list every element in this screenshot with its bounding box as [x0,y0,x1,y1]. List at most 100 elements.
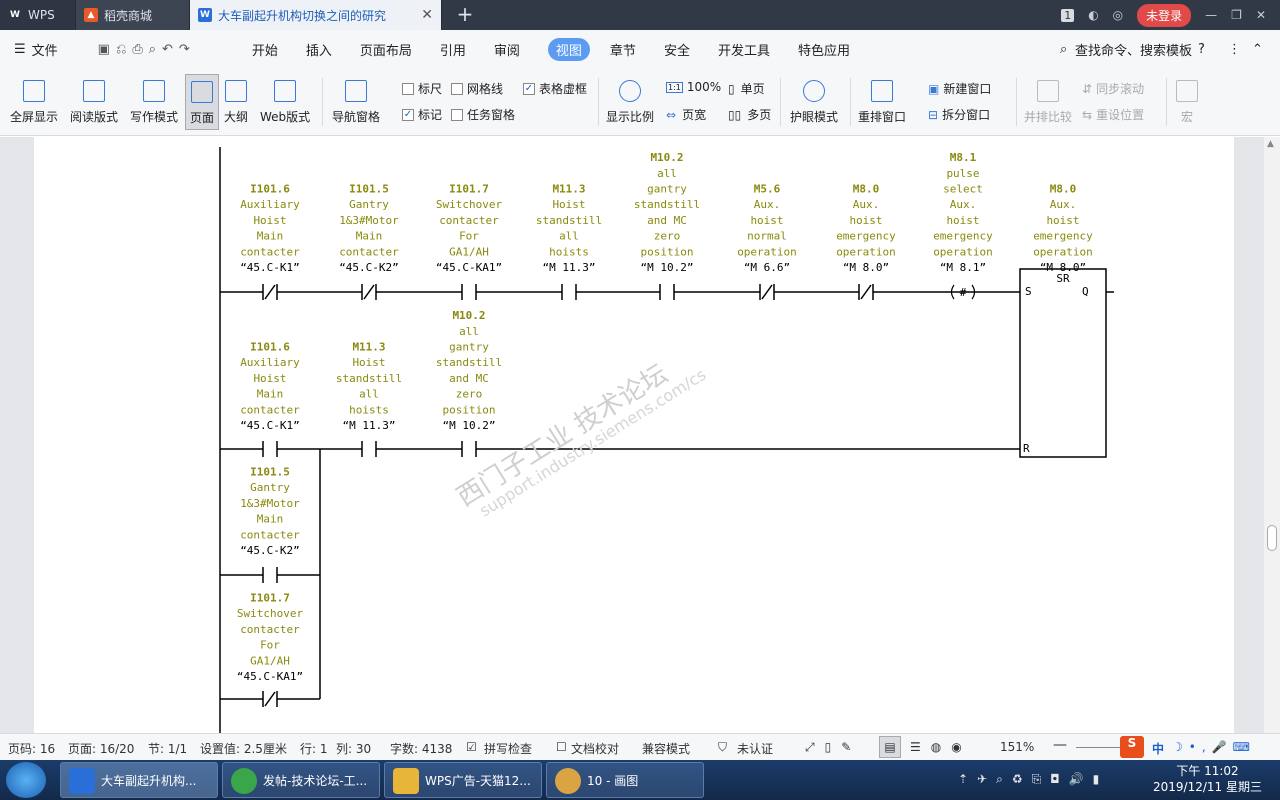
globe-icon [274,80,297,102]
eye-protection-button[interactable]: 护眼模式 [790,74,838,130]
zoom-100-button[interactable]: 1:1 100% [666,80,721,94]
vertical-scrollbar[interactable]: ▲ [1264,137,1280,733]
spellcheck-icon: ☑ [466,740,477,754]
table-grid-checkbox[interactable]: ✓ 表格虚框 [523,80,587,97]
outline-label: 大纲 [224,110,249,124]
menu-security[interactable]: 安全 [664,40,690,59]
proofread-button[interactable]: 文档校对 [571,740,619,757]
taskbar-item-paint[interactable]: 10 - 画图 [546,762,704,798]
navigation-pane-button[interactable]: 导航窗格 [332,74,380,130]
page-view-button[interactable]: 页面 [185,74,219,130]
taskbar-item-ad[interactable]: WPS广告-天猫12... [384,762,542,798]
contact-comment: operation [836,245,896,258]
contact-i101-6 [262,284,278,300]
spellcheck-button[interactable]: 拼写检查 [484,740,532,757]
menu-view[interactable]: 视图 [547,37,590,61]
menu-review[interactable]: 审阅 [494,40,520,59]
tab-wps[interactable]: W WPS [0,0,76,30]
view-extra-icons[interactable]: ☰◍◉ [910,740,972,754]
writing-mode-button[interactable]: 写作模式 [130,74,178,130]
menu-insert[interactable]: 插入 [306,40,332,59]
gridlines-checkbox[interactable]: 网格线 [451,80,503,97]
macro-button[interactable]: 宏 [1176,74,1198,130]
contact-i101-7-branch [262,691,278,707]
gridlines-label: 网格线 [467,82,504,96]
scroll-thumb[interactable] [1267,525,1277,551]
reset-position-button[interactable]: ⇆ 重设位置 [1082,106,1144,123]
close-icon[interactable]: ✕ [421,7,433,23]
taskbar-item-browser[interactable]: 发帖-技术论坛-工... [222,762,380,798]
contact-comment: hoist [849,214,882,227]
sr-q-pin: Q [1082,285,1089,298]
tab-document[interactable]: W 大车副起升机构切换之间的研究 ✕ [190,0,442,30]
view-mode-icons[interactable]: ⤢▯✎ [805,740,861,755]
new-tab-button[interactable]: + [452,2,478,26]
tab-shop[interactable]: ▲ 稻壳商城 [76,0,190,30]
divider [850,78,851,126]
window-close-icon[interactable]: ✕ [1256,8,1266,22]
task-pane-checkbox[interactable]: 任务窗格 [451,106,515,123]
zoom-out-icon[interactable]: — [1053,737,1067,753]
status-pages[interactable]: 页面: 16/20 [68,740,134,757]
wps-doc-icon [69,768,95,794]
more-icon[interactable]: ⋮ [1228,42,1241,57]
side-by-side-button[interactable]: 并排比较 [1024,74,1072,130]
clock[interactable]: 下午 11:02 2019/12/11 星期三 [1153,763,1262,795]
search-icon[interactable]: ⌕ [1060,42,1067,57]
system-tray-icons[interactable]: ⇡✈⌕♻⎘◘🔊▮ [958,772,1108,787]
web-layout-button[interactable]: Web版式 [260,74,310,130]
macro-icon [1176,80,1198,102]
scroll-up-icon[interactable]: ▲ [1267,139,1274,149]
page-view-icon[interactable]: ▤ [879,736,901,758]
sogou-s-icon[interactable]: S [1120,736,1144,758]
quick-access-toolbar[interactable]: ▣⎌⎙⌕↶↷ [98,42,196,57]
zoom-button[interactable]: 显示比例 [606,74,654,130]
reading-mode-button[interactable]: 阅读版式 [70,74,118,130]
cert-status[interactable]: 未认证 [737,740,773,757]
windows-start-icon[interactable] [6,762,46,798]
status-words[interactable]: 字数: 4138 [390,740,452,757]
contact-comment: Aux. [1050,198,1077,211]
menu-special[interactable]: 特色应用 [798,40,850,59]
browser-icon [231,768,257,794]
contact-comment: and MC [647,214,687,227]
marks-checkbox[interactable]: ✓ 标记 [402,106,442,123]
zoom-slider[interactable] [1076,747,1126,748]
ime-icons[interactable]: ☽•,🎤⌨ [1172,740,1256,754]
rearrange-windows-button[interactable]: 重排窗口 [858,74,906,130]
hamburger-icon[interactable]: ☰ [14,42,26,57]
contact-address: I101.7 [449,183,489,196]
contact-comment: standstill [634,198,700,211]
menu-file[interactable]: 文件 [32,40,58,59]
search-command[interactable]: 查找命令、搜索模板 [1075,40,1192,59]
help-icon[interactable]: ? [1198,42,1205,57]
new-window-button[interactable]: ▣ 新建窗口 [928,80,991,97]
contact-symbol: “M 11.3” [343,419,396,432]
single-page-button[interactable]: ▯ 单页 [728,80,765,97]
collapse-ribbon-icon[interactable]: ⌃ [1252,42,1263,57]
taskbar-item-wps[interactable]: 大车副起升机构... [60,762,218,798]
maximize-icon[interactable]: ❐ [1231,8,1242,22]
outline-button[interactable]: 大纲 [224,74,248,130]
ruler-checkbox[interactable]: 标尺 [402,80,442,97]
menu-devtools[interactable]: 开发工具 [718,40,770,59]
multi-page-button[interactable]: ▯▯ 多页 [728,106,771,123]
zoom-level[interactable]: 151% [1000,740,1034,754]
document-page[interactable]: I101.6 Auxiliary Hoist Main contacter “45.C-K… [34,137,1234,733]
login-button[interactable]: 未登录 [1137,3,1192,27]
skin-icon[interactable]: ◐ [1088,8,1098,22]
fullscreen-button[interactable]: 全屏显示 [10,74,58,130]
sync-scroll-button[interactable]: ⇵ 同步滚动 [1082,80,1144,97]
contact-symbol: “45.C-KA1” [237,670,303,683]
cloud-icon[interactable]: ◎ [1113,8,1123,22]
menu-chapter[interactable]: 章节 [610,40,636,59]
menu-reference[interactable]: 引用 [440,40,466,59]
page-width-button[interactable]: ⇔ 页宽 [666,106,706,123]
ime-chinese[interactable]: 中 [1152,740,1164,757]
tab-wps-label: WPS [28,8,55,22]
contact-comment: contacter [439,214,499,227]
split-window-button[interactable]: ⊟ 拆分窗口 [928,106,990,123]
menu-home[interactable]: 开始 [252,40,278,59]
minimize-icon[interactable]: — [1205,8,1217,22]
menu-layout[interactable]: 页面布局 [360,40,412,59]
